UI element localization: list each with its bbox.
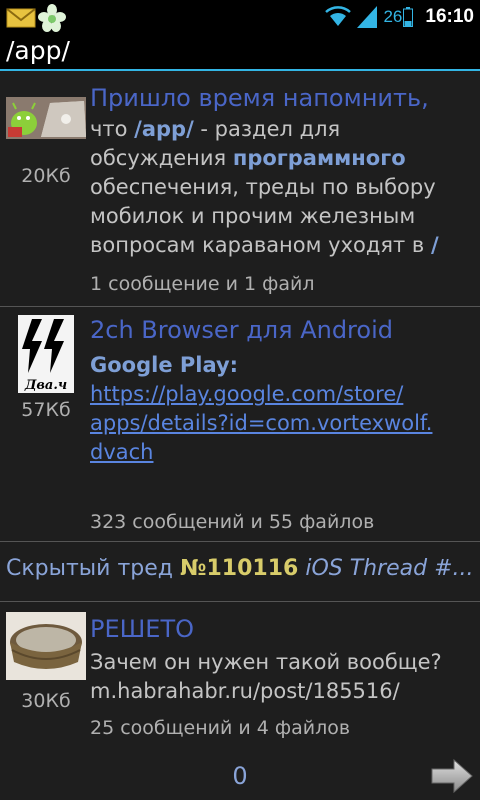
thumbnail-image[interactable] [6, 97, 86, 139]
reply-counts: 323 сообщений и 55 файлов [90, 511, 375, 533]
thumbnail-column: Два.ч 57Кб [6, 315, 86, 421]
thread-subject[interactable]: 2ch Browser для Android [90, 315, 476, 345]
page-number[interactable]: 0 [0, 762, 480, 790]
notification-icons [6, 4, 66, 32]
clock: 16:10 [425, 6, 474, 27]
system-icons: 26 16:10 [325, 4, 474, 30]
file-size: 20Кб [21, 165, 71, 187]
link-line: apps/details?id=com.vortexwolf. [90, 411, 433, 435]
reply-counts: 1 сообщение и 1 файл [90, 273, 315, 295]
thread-content: 2ch Browser для Android Google Play: htt… [90, 315, 476, 467]
thread-body: что /app/ - раздел для обсуждения програ… [90, 115, 476, 260]
svg-text:Два.ч: Два.ч [24, 378, 67, 393]
body-line: Зачем он нужен такой вообще? [90, 650, 442, 674]
hidden-thread-title: iOS Thread #... [305, 556, 474, 581]
thread-body: Зачем он нужен такой вообще? m.habrahabr… [90, 648, 476, 706]
thumbnail-image[interactable] [6, 612, 86, 680]
file-size: 57Кб [21, 399, 71, 421]
battery-level: 26 [383, 7, 403, 26]
board-link[interactable]: / [431, 233, 439, 257]
board-title: /app/ [6, 36, 70, 65]
body-text: обеспечения, треды по выбору мобилок и п… [90, 175, 436, 257]
thread-subject[interactable]: Пришло время напомнить, [90, 83, 476, 113]
flower-icon [38, 4, 66, 32]
arrow-right-icon [431, 758, 473, 794]
battery-indicator: 26 [383, 7, 414, 27]
bold-text: Google Play: [90, 353, 239, 377]
wifi-icon [325, 6, 352, 26]
thread-body: Google Play: https://play.google.com/sto… [90, 351, 476, 467]
pagination-bar: 0 [0, 758, 480, 800]
hidden-thread-label: Скрытый тред [6, 556, 173, 581]
hidden-thread-text: Скрытый тред №110116 iOS Thread #... [6, 556, 474, 581]
thread-item[interactable]: 30Кб РЕШЕТО Зачем он нужен такой вообще?… [0, 602, 480, 742]
thumbnail-column: 20Кб [6, 97, 86, 187]
envelope-icon [6, 8, 36, 28]
action-bar: /app/ [0, 33, 480, 71]
reply-counts: 25 сообщений и 4 файлов [90, 717, 351, 739]
thread-content: Пришло время напомнить, что /app/ - разд… [90, 83, 476, 260]
status-bar: 26 16:10 [0, 0, 480, 33]
thread-number: №110116 [180, 556, 299, 581]
battery-icon [403, 7, 414, 27]
thread-item[interactable]: 20Кб Пришло время напомнить, что /app/ -… [0, 71, 480, 307]
bold-text: программного [232, 146, 406, 170]
thumbnail-image[interactable]: Два.ч [18, 315, 74, 393]
body-line: m.habrahabr.ru/post/185516/ [90, 679, 400, 703]
next-page-button[interactable] [430, 758, 474, 794]
thread-content: РЕШЕТО Зачем он нужен такой вообще? m.ha… [90, 614, 476, 706]
thumbnail-column: 30Кб [6, 612, 86, 712]
board-link[interactable]: /app/ [134, 117, 194, 141]
link-line: dvach [90, 440, 154, 464]
link-line: https://play.google.com/store/ [90, 382, 404, 406]
signal-icon [357, 6, 378, 28]
thread-subject[interactable]: РЕШЕТО [90, 614, 476, 644]
thread-list[interactable]: 20Кб Пришло время напомнить, что /app/ -… [0, 71, 480, 759]
hidden-thread-row[interactable]: Скрытый тред №110116 iOS Thread #... [0, 542, 480, 602]
file-size: 30Кб [21, 690, 71, 712]
google-play-link[interactable]: https://play.google.com/store/apps/detai… [90, 382, 432, 464]
body-text: что [90, 117, 135, 141]
thread-item[interactable]: Два.ч 57Кб 2ch Browser для Android Googl… [0, 307, 480, 542]
